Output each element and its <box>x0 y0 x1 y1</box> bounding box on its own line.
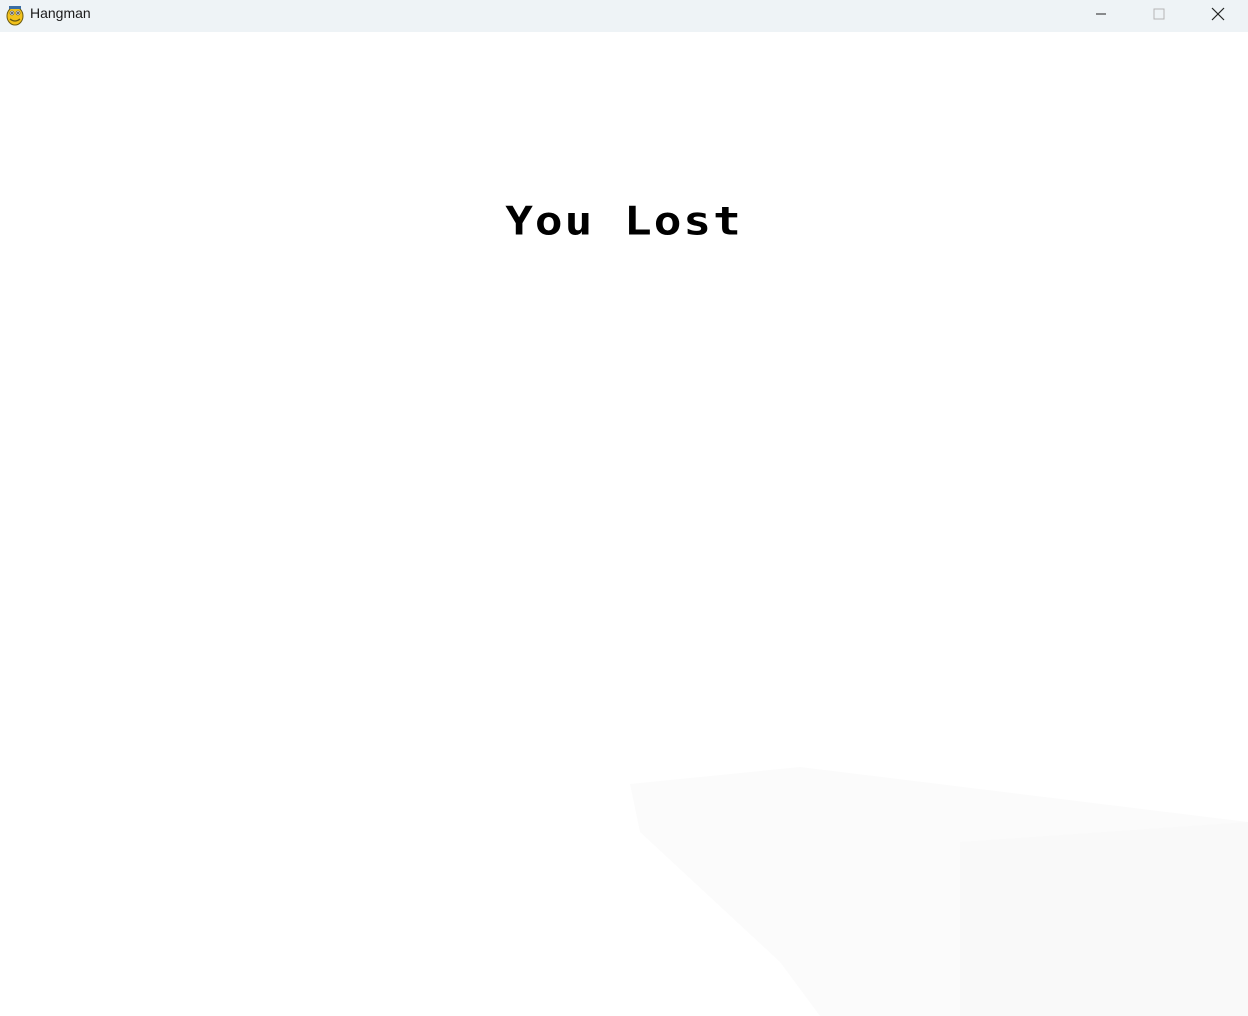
minimize-icon <box>1095 7 1107 25</box>
background-shadow <box>630 767 1248 1016</box>
maximize-button[interactable] <box>1130 0 1188 32</box>
minimize-button[interactable] <box>1072 0 1130 32</box>
maximize-icon <box>1153 7 1165 25</box>
title-bar[interactable]: Hangman <box>0 0 1248 32</box>
close-icon <box>1211 7 1225 26</box>
app-window: Hangman You Lost <box>0 0 1248 1016</box>
pygame-snake-icon <box>6 4 24 26</box>
window-title: Hangman <box>30 5 91 21</box>
close-button[interactable] <box>1189 0 1247 32</box>
game-canvas[interactable]: You Lost <box>0 32 1248 1016</box>
result-message: You Lost <box>505 198 743 244</box>
